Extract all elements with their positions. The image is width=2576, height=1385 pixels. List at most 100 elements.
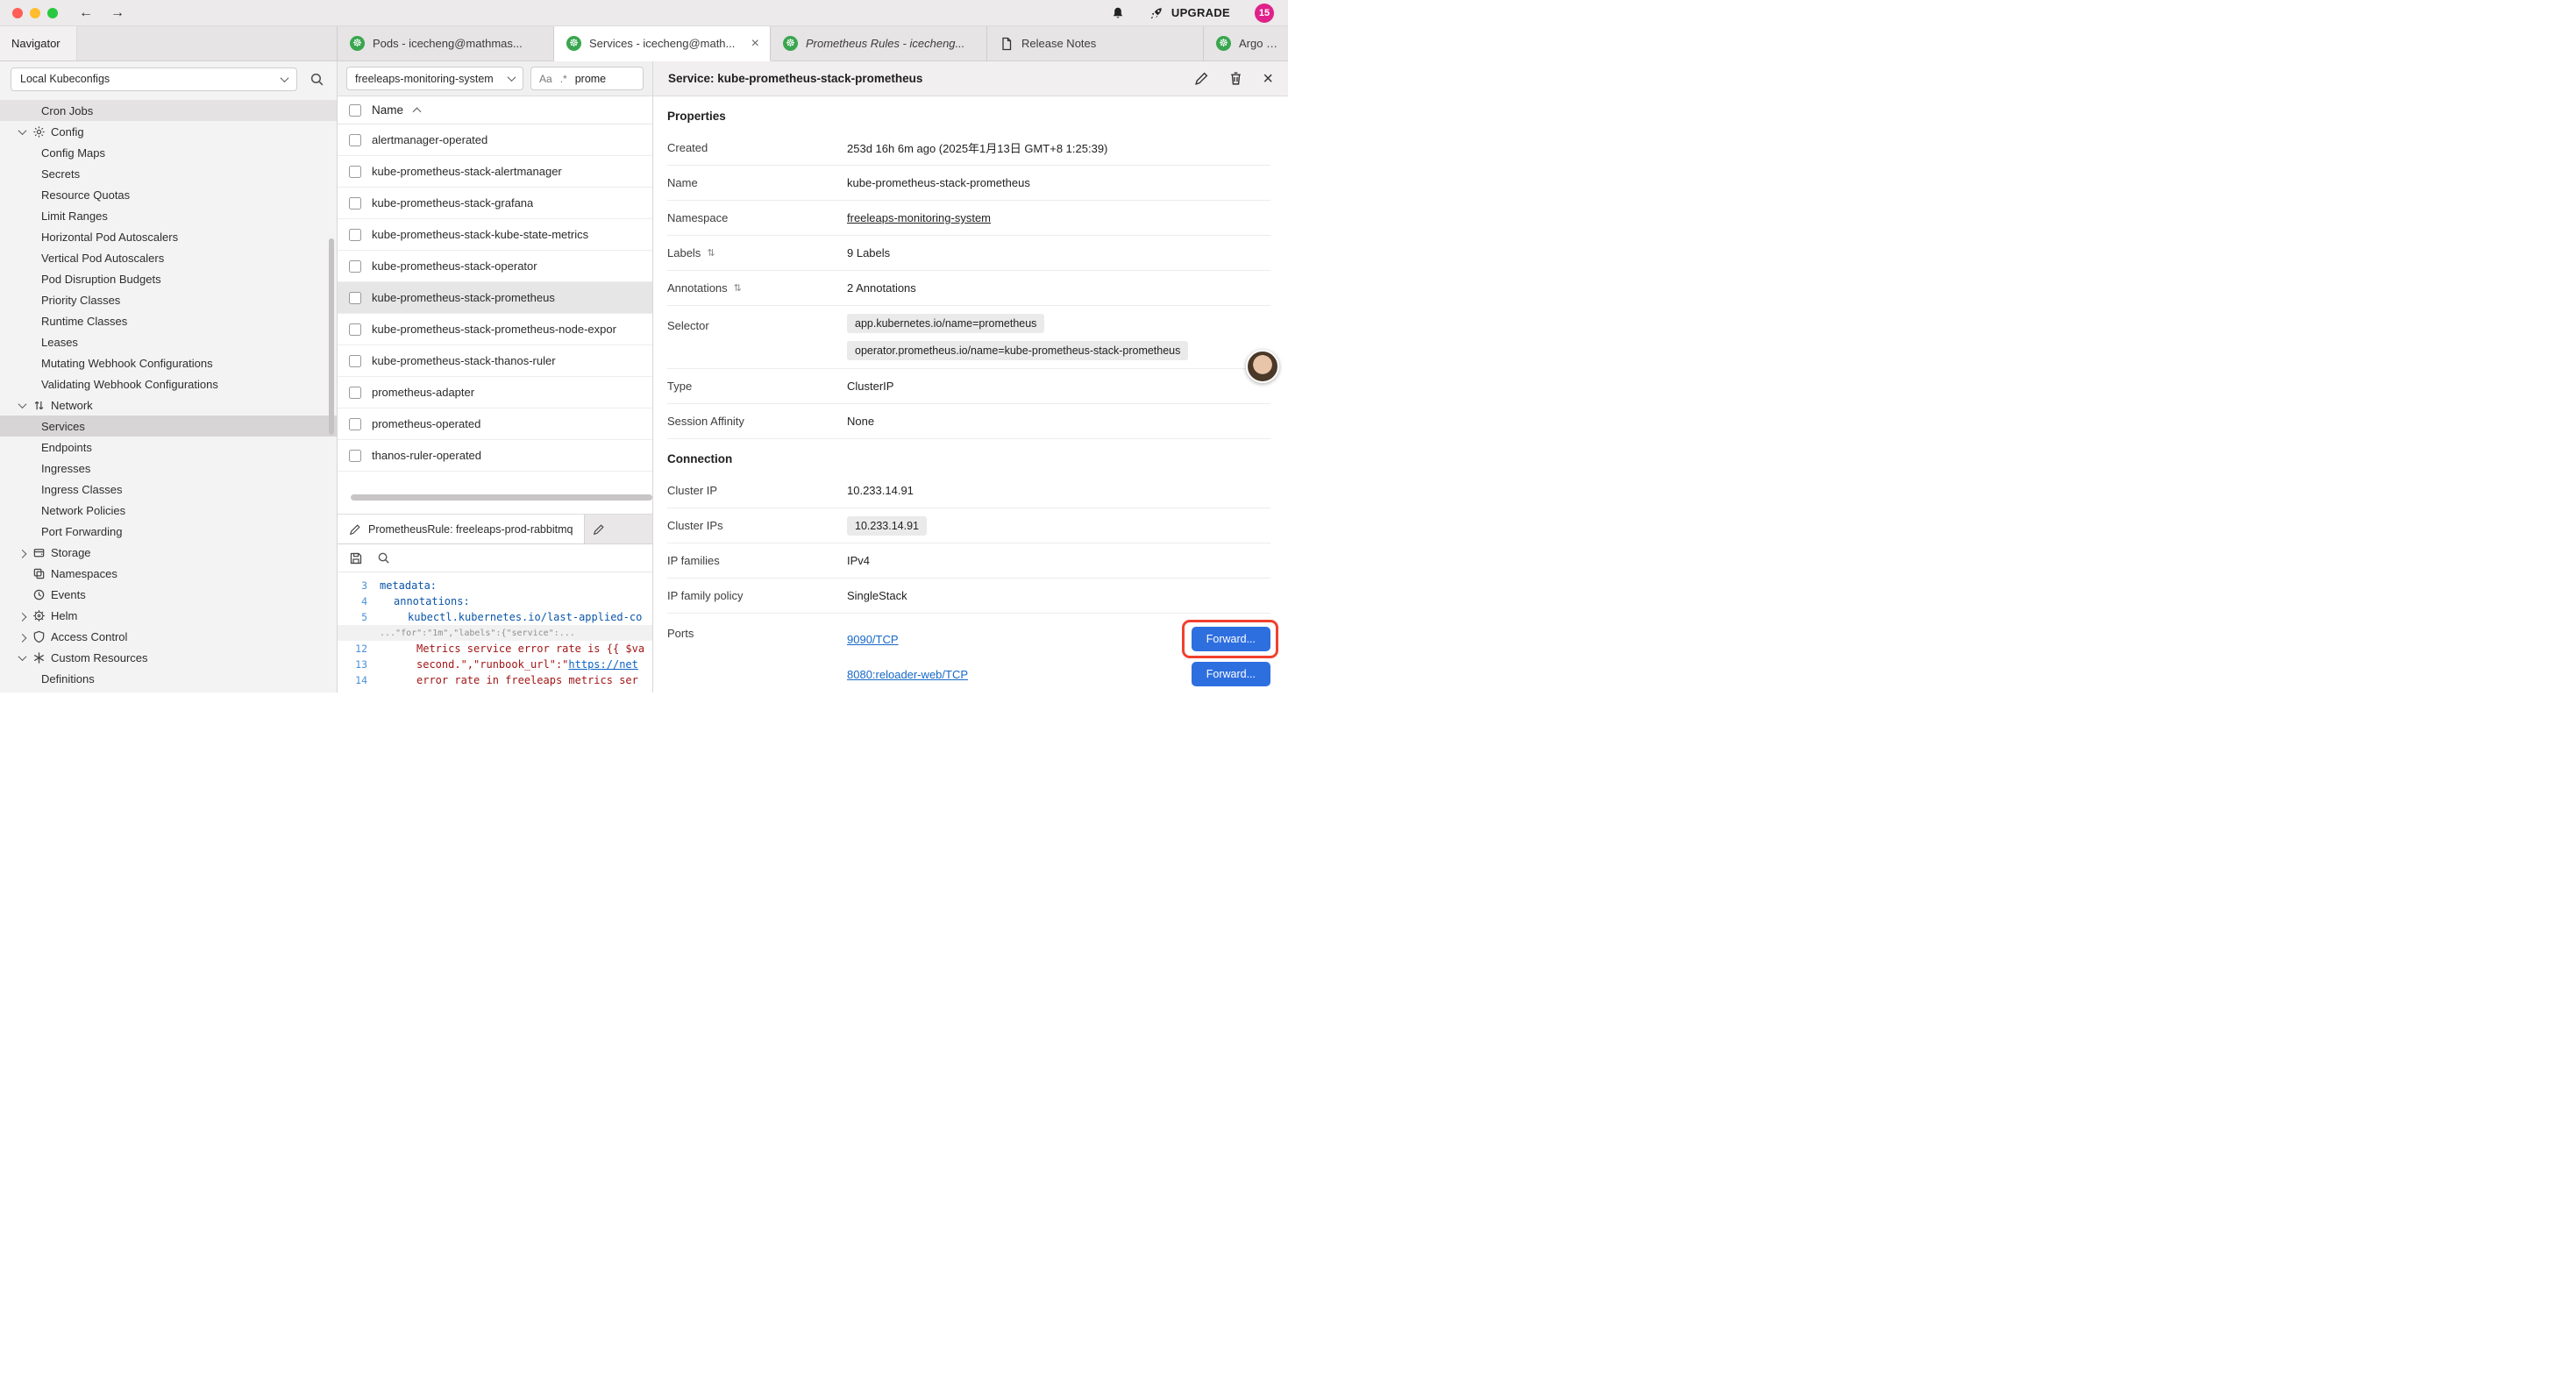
notification-count-badge[interactable]: 15 <box>1255 4 1274 23</box>
sidebar-item-endpoints[interactable]: Endpoints <box>0 437 337 458</box>
sidebar-item-vertical-pod-autoscalers[interactable]: Vertical Pod Autoscalers <box>0 247 337 268</box>
trash-icon[interactable] <box>1228 71 1243 86</box>
table-row[interactable]: kube-prometheus-stack-kube-state-metrics <box>338 219 652 251</box>
sidebar-item-validating-webhook-configurations[interactable]: Validating Webhook Configurations <box>0 373 337 394</box>
port-link[interactable]: 8080:reloader-web/TCP <box>847 668 968 681</box>
sidebar-item-cron-jobs[interactable]: Cron Jobs <box>0 100 337 121</box>
bell-icon[interactable] <box>1111 6 1125 20</box>
tab-services[interactable]: ☸ Services - icecheng@math... × <box>554 26 771 61</box>
row-checkbox[interactable] <box>349 292 361 304</box>
sidebar-item-events[interactable]: Events <box>0 584 337 605</box>
chevron-down-icon[interactable] <box>16 129 28 135</box>
tab-release-notes[interactable]: Release Notes <box>987 26 1204 60</box>
table-row-selected[interactable]: kube-prometheus-stack-prometheus <box>338 282 652 314</box>
close-window-button[interactable] <box>12 8 23 18</box>
floating-avatar[interactable] <box>1246 350 1279 383</box>
sidebar-item-runtime-classes[interactable]: Runtime Classes <box>0 310 337 331</box>
forward-button[interactable]: Forward... <box>1192 627 1270 651</box>
regex-toggle[interactable]: .* <box>560 73 567 85</box>
sidebar-item-secrets[interactable]: Secrets <box>0 163 337 184</box>
sidebar-item-namespaces[interactable]: Namespaces <box>0 563 337 584</box>
column-header-name[interactable]: Name <box>372 103 403 117</box>
table-row[interactable]: prometheus-operated <box>338 408 652 440</box>
row-checkbox[interactable] <box>349 229 361 241</box>
sidebar-item-priority-classes[interactable]: Priority Classes <box>0 289 337 310</box>
row-checkbox[interactable] <box>349 260 361 273</box>
sidebar-item-ingress-classes[interactable]: Ingress Classes <box>0 479 337 500</box>
match-case-toggle[interactable]: Aa <box>539 73 552 85</box>
row-checkbox[interactable] <box>349 134 361 146</box>
namespace-select[interactable]: freeleaps-monitoring-system <box>346 67 523 90</box>
table-row[interactable]: thanos-ruler-operated <box>338 440 652 472</box>
list-search-input[interactable]: Aa .* prome <box>530 67 644 90</box>
forward-button[interactable]: Forward... <box>1192 662 1270 686</box>
sidebar-item-ingresses[interactable]: Ingresses <box>0 458 337 479</box>
property-value[interactable]: 2 Annotations <box>847 281 916 295</box>
chevron-right-icon[interactable] <box>16 634 28 640</box>
table-row[interactable]: kube-prometheus-stack-prometheus-node-ex… <box>338 314 652 345</box>
port-link[interactable]: 9090/TCP <box>847 633 899 646</box>
row-checkbox[interactable] <box>349 450 361 462</box>
chevron-right-icon[interactable] <box>16 550 28 556</box>
sidebar-item-network[interactable]: Network <box>0 394 337 416</box>
sidebar-item-definitions[interactable]: Definitions <box>0 668 337 689</box>
kubeconfig-select[interactable]: Local Kubeconfigs <box>11 67 297 91</box>
sidebar-item-custom-resources[interactable]: Custom Resources <box>0 647 337 668</box>
row-checkbox[interactable] <box>349 387 361 399</box>
table-row[interactable]: kube-prometheus-stack-grafana <box>338 188 652 219</box>
tab-pods[interactable]: ☸ Pods - icecheng@mathmas... <box>338 26 554 60</box>
sidebar-item-access-control[interactable]: Access Control <box>0 626 337 647</box>
sidebar-item-config-maps[interactable]: Config Maps <box>0 142 337 163</box>
chevron-down-icon[interactable] <box>16 655 28 661</box>
sidebar-item-mutating-webhook-configurations[interactable]: Mutating Webhook Configurations <box>0 352 337 373</box>
sidebar-item-pod-disruption-budgets[interactable]: Pod Disruption Budgets <box>0 268 337 289</box>
horizontal-scrollbar[interactable] <box>351 494 652 501</box>
sort-arrows-icon[interactable]: ⇅ <box>707 247 715 259</box>
table-row[interactable]: prometheus-adapter <box>338 377 652 408</box>
row-checkbox[interactable] <box>349 418 361 430</box>
row-checkbox[interactable] <box>349 323 361 336</box>
pencil-icon[interactable] <box>1194 71 1209 86</box>
editor-tab-prometheusrule[interactable]: PrometheusRule: freeleaps-prod-rabbitmq <box>338 515 585 543</box>
sidebar-item-helm[interactable]: Helm <box>0 605 337 626</box>
sidebar-item-limit-ranges[interactable]: Limit Ranges <box>0 205 337 226</box>
sidebar-item-config[interactable]: Config <box>0 121 337 142</box>
sidebar-item-network-policies[interactable]: Network Policies <box>0 500 337 521</box>
search-icon[interactable] <box>377 551 390 565</box>
yaml-editor[interactable]: 3metadata: 4annotations: 5kubectl.kubern… <box>338 572 652 692</box>
namespace-link[interactable]: freeleaps-monitoring-system <box>847 211 991 224</box>
sidebar-item-services[interactable]: Services <box>0 416 337 437</box>
sidebar-item-leases[interactable]: Leases <box>0 331 337 352</box>
row-checkbox[interactable] <box>349 166 361 178</box>
select-all-checkbox[interactable] <box>349 104 361 117</box>
sidebar-scrollbar[interactable] <box>329 238 334 435</box>
tab-prometheus-rules[interactable]: ☸ Prometheus Rules - icecheng... <box>771 26 987 60</box>
navigator-panel-tab[interactable]: Navigator <box>0 26 77 60</box>
code-line-folded[interactable]: ..."for":"1m","labels":{"service":... <box>338 625 652 641</box>
row-checkbox[interactable] <box>349 197 361 210</box>
minimize-window-button[interactable] <box>30 8 40 18</box>
table-row[interactable]: kube-prometheus-stack-thanos-ruler <box>338 345 652 377</box>
back-icon[interactable]: ← <box>77 5 95 21</box>
sidebar-item-horizontal-pod-autoscalers[interactable]: Horizontal Pod Autoscalers <box>0 226 337 247</box>
tab-argo[interactable]: ☸ Argo Se... <box>1204 26 1288 60</box>
forward-icon[interactable]: → <box>109 5 126 21</box>
sidebar-item-storage[interactable]: Storage <box>0 542 337 563</box>
sort-asc-icon[interactable] <box>413 108 422 117</box>
editor-tab-partial[interactable] <box>585 515 606 543</box>
search-icon[interactable] <box>305 72 328 87</box>
row-checkbox[interactable] <box>349 355 361 367</box>
sidebar-item-port-forwarding[interactable]: Port Forwarding <box>0 521 337 542</box>
chevron-down-icon[interactable] <box>16 402 28 408</box>
close-icon[interactable]: × <box>750 37 761 51</box>
upgrade-button[interactable]: UPGRADE <box>1149 6 1230 20</box>
table-row[interactable]: kube-prometheus-stack-alertmanager <box>338 156 652 188</box>
zoom-window-button[interactable] <box>47 8 58 18</box>
property-value[interactable]: 9 Labels <box>847 246 890 259</box>
save-icon[interactable] <box>349 551 363 565</box>
table-row[interactable]: alertmanager-operated <box>338 124 652 156</box>
code-url[interactable]: https://net <box>568 658 637 671</box>
chevron-right-icon[interactable] <box>16 613 28 619</box>
close-icon[interactable]: × <box>1263 70 1273 88</box>
sort-arrows-icon[interactable]: ⇅ <box>734 282 742 294</box>
